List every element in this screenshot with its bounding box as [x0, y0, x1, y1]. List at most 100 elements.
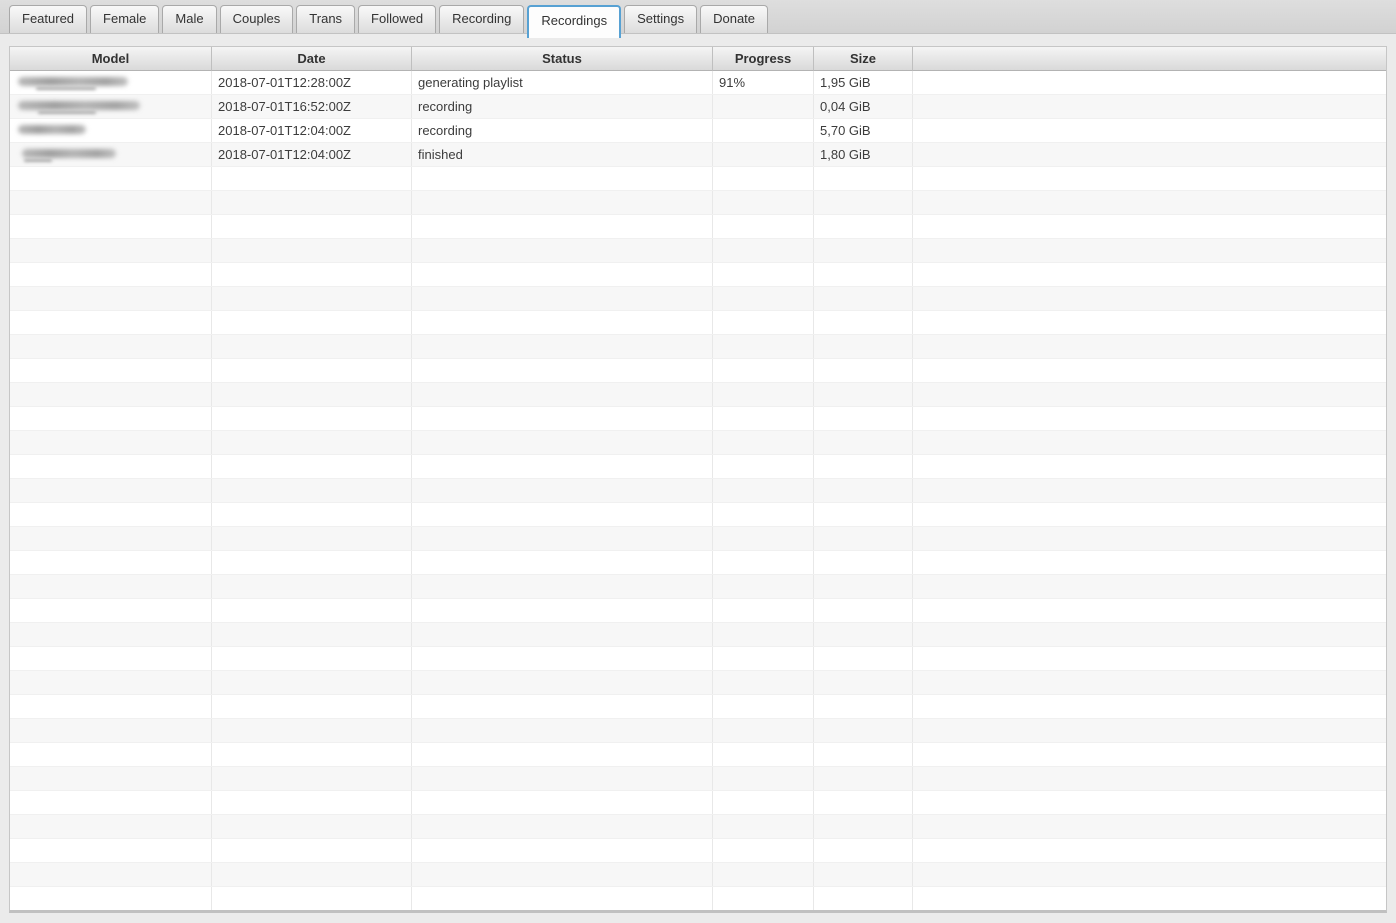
table-row-empty[interactable]: [10, 575, 1386, 599]
table-row-empty[interactable]: [10, 599, 1386, 623]
size-cell: 0,04 GiB: [814, 95, 913, 118]
tab-donate[interactable]: Donate: [700, 5, 769, 33]
empty-cell: [814, 455, 913, 478]
table-row-empty[interactable]: [10, 647, 1386, 671]
progress-cell: 91%: [713, 71, 814, 94]
table-row-empty[interactable]: [10, 767, 1386, 791]
table-row-empty[interactable]: [10, 695, 1386, 719]
table-row-empty[interactable]: [10, 359, 1386, 383]
tab-featured[interactable]: Featured: [9, 5, 88, 33]
empty-cell: [713, 839, 814, 862]
empty-cell: [814, 479, 913, 502]
redacted-model-name: [16, 71, 205, 94]
table-row-empty[interactable]: [10, 287, 1386, 311]
empty-cell: [10, 863, 212, 886]
empty-cell: [10, 503, 212, 526]
table-row-empty[interactable]: [10, 743, 1386, 767]
table-row-empty[interactable]: [10, 551, 1386, 575]
table-row-empty[interactable]: [10, 335, 1386, 359]
empty-cell: [212, 383, 412, 406]
table-row-empty[interactable]: [10, 431, 1386, 455]
column-header-date[interactable]: Date: [212, 47, 412, 71]
tab-settings[interactable]: Settings: [624, 5, 698, 33]
table-row-empty[interactable]: [10, 191, 1386, 215]
progress-cell: [713, 119, 814, 142]
empty-cell: [814, 671, 913, 694]
empty-cell: [913, 479, 1386, 502]
tab-couples[interactable]: Couples: [219, 5, 294, 33]
table-row-empty[interactable]: [10, 311, 1386, 335]
empty-cell: [212, 599, 412, 622]
tab-recording[interactable]: Recording: [439, 5, 525, 33]
empty-cell: [412, 503, 713, 526]
empty-cell: [713, 719, 814, 742]
empty-cell: [412, 695, 713, 718]
table-row-empty[interactable]: [10, 167, 1386, 191]
empty-cell: [713, 887, 814, 910]
model-cell: [10, 95, 212, 118]
empty-cell: [10, 431, 212, 454]
table-row-empty[interactable]: [10, 815, 1386, 839]
empty-cell: [713, 287, 814, 310]
table-body: 2018-07-01T12:28:00Z generating playlist…: [10, 71, 1386, 910]
empty-cell: [913, 263, 1386, 286]
table-row[interactable]: 2018-07-01T12:28:00Z generating playlist…: [10, 71, 1386, 95]
table-row-empty[interactable]: [10, 455, 1386, 479]
empty-cell: [913, 335, 1386, 358]
empty-cell: [913, 383, 1386, 406]
table-row-empty[interactable]: [10, 239, 1386, 263]
empty-cell: [10, 191, 212, 214]
tab-recordings[interactable]: Recordings: [527, 5, 622, 38]
empty-cell: [913, 815, 1386, 838]
table-row[interactable]: 2018-07-01T16:52:00Z recording 0,04 GiB: [10, 95, 1386, 119]
empty-cell: [814, 791, 913, 814]
table-row-empty[interactable]: [10, 671, 1386, 695]
table-row-empty[interactable]: [10, 863, 1386, 887]
table-row-empty[interactable]: [10, 791, 1386, 815]
table-row-empty[interactable]: [10, 383, 1386, 407]
empty-cell: [913, 599, 1386, 622]
empty-cell: [212, 455, 412, 478]
tab-followed[interactable]: Followed: [358, 5, 437, 33]
empty-cell: [913, 191, 1386, 214]
column-header-status[interactable]: Status: [412, 47, 713, 71]
table-row[interactable]: 2018-07-01T12:04:00Z recording 5,70 GiB: [10, 119, 1386, 143]
date-cell: 2018-07-01T12:04:00Z: [212, 119, 412, 142]
empty-cell: [412, 287, 713, 310]
tab-female[interactable]: Female: [90, 5, 160, 33]
table-row-empty[interactable]: [10, 479, 1386, 503]
empty-cell: [412, 815, 713, 838]
empty-cell: [412, 887, 713, 910]
table-row-empty[interactable]: [10, 623, 1386, 647]
empty-cell: [10, 671, 212, 694]
empty-cell: [212, 527, 412, 550]
empty-cell: [10, 239, 212, 262]
tab-male[interactable]: Male: [162, 5, 217, 33]
empty-cell: [10, 383, 212, 406]
table-row-empty[interactable]: [10, 215, 1386, 239]
table-row-empty[interactable]: [10, 503, 1386, 527]
empty-cell: [913, 719, 1386, 742]
empty-cell: [10, 599, 212, 622]
empty-cell: [814, 191, 913, 214]
table-row-empty[interactable]: [10, 263, 1386, 287]
table-row-empty[interactable]: [10, 887, 1386, 910]
filler-cell: [913, 143, 1386, 166]
empty-cell: [713, 767, 814, 790]
empty-cell: [10, 815, 212, 838]
table-row-empty[interactable]: [10, 407, 1386, 431]
table-row[interactable]: 2018-07-01T12:04:00Z finished 1,80 GiB: [10, 143, 1386, 167]
tab-trans[interactable]: Trans: [296, 5, 356, 33]
column-header-size[interactable]: Size: [814, 47, 913, 71]
empty-cell: [814, 359, 913, 382]
empty-cell: [10, 455, 212, 478]
column-header-model[interactable]: Model: [10, 47, 212, 71]
empty-cell: [212, 431, 412, 454]
table-row-empty[interactable]: [10, 839, 1386, 863]
empty-cell: [814, 647, 913, 670]
empty-cell: [212, 239, 412, 262]
empty-cell: [412, 743, 713, 766]
column-header-progress[interactable]: Progress: [713, 47, 814, 71]
table-row-empty[interactable]: [10, 527, 1386, 551]
table-row-empty[interactable]: [10, 719, 1386, 743]
